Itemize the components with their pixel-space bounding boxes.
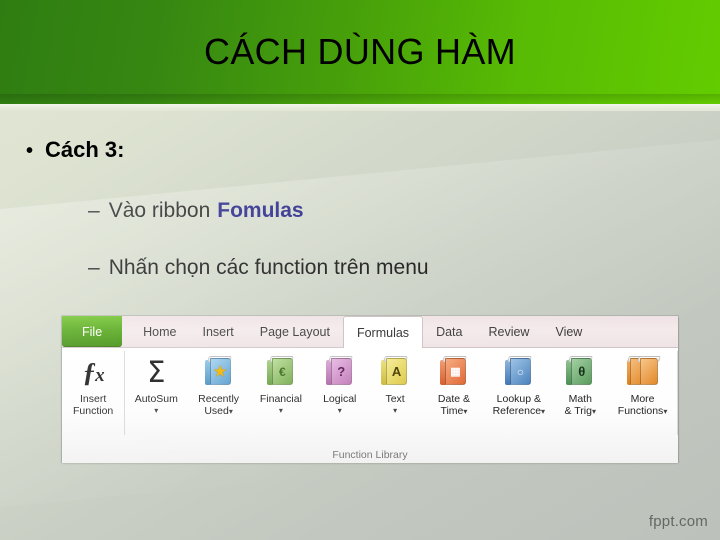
ribbon-command-autosum[interactable]: Σ AutoSum ▾ [125,348,187,440]
bullet-level1-text: Cách 3: [45,137,125,162]
ribbon-command-date-time[interactable]: ▦ Date & Time▾ [423,348,485,440]
ribbon-command-financial[interactable]: € Financial ▾ [250,348,312,440]
book-calendar-icon: ▦ [439,353,469,391]
ribbon-command-more-functions[interactable]: More Functions▾ [608,348,677,440]
ribbon-tab-data[interactable]: Data [423,316,475,347]
command-label-line2-text: Reference [492,405,542,417]
slide-canvas: CÁCH DÙNG HÀM • Cách 3: – Vào ribbon Fom… [0,0,720,540]
ribbon-tab-page-layout[interactable]: Page Layout [247,316,343,347]
keyword-formulas: Fomulas [217,199,304,222]
book-letter-a-icon: A [380,353,410,391]
bullet-level2-text: Vào ribbon [108,199,211,222]
command-label-line2: Used▾ [204,405,233,417]
chevron-down-icon[interactable]: ▾ [592,407,596,416]
chevron-down-icon[interactable]: ▾ [463,407,467,416]
function-library-group: ƒx Insert Function Σ AutoSum ▾ ★ Recentl… [62,348,679,442]
books-stack-icon [626,353,661,391]
page-title: CÁCH DÙNG HÀM [204,31,516,72]
bullet-marker-dot: • [26,140,34,162]
command-label-line1: Text [385,393,405,405]
bullet-level2-text: Nhấn chọn các function trên menu [108,256,429,279]
book-question-icon: ? [325,353,355,391]
command-label-line1: Math [568,393,592,405]
ribbon-body: ƒx Insert Function Σ AutoSum ▾ ★ Recentl… [62,348,679,463]
chevron-down-icon[interactable]: ▾ [338,406,342,416]
ribbon-tab-file[interactable]: File [62,316,123,347]
bullet-level2-nhan-chon: – Nhấn chọn các function trên menu [88,253,429,283]
command-label-line2: Function [73,405,114,417]
ribbon-tab-formulas[interactable]: Formulas [342,316,424,348]
ribbon-tab-review[interactable]: Review [475,316,542,347]
ribbon-group-label: Function Library [332,449,408,461]
chevron-down-icon[interactable]: ▾ [393,406,397,416]
command-label-line2-text: & Trig [564,405,592,417]
command-label-line1: Recently [198,393,240,405]
chevron-down-icon[interactable]: ▾ [279,406,283,416]
ribbon-tab-strip: File Home Insert Page Layout Formulas Da… [62,316,678,348]
command-label-line2-text: Functions [617,405,664,417]
ribbon-command-logical[interactable]: ? Logical ▾ [312,348,367,440]
command-label-line2: Time▾ [440,405,467,417]
command-label-line1: Lookup & [496,393,542,405]
command-label-line2-text: Used [204,405,229,417]
fx-icon: ƒx [82,356,105,387]
bullet-marker-dash: – [88,256,100,279]
ribbon-tab-view[interactable]: View [542,316,595,347]
excel-ribbon-screenshot: File Home Insert Page Layout Formulas Da… [62,316,679,463]
sigma-icon: Σ [147,354,166,389]
command-label-line2: Reference▾ [493,405,545,417]
ribbon-separator [677,351,679,435]
header-underline [0,104,720,111]
command-label-line1: Financial [259,393,302,405]
bullet-level2-vao-ribbon: – Vào ribbon Fomulas [88,196,304,226]
command-label-line2-text: Time [440,405,464,417]
command-label-line2: & Trig▾ [565,405,596,417]
chevron-down-icon[interactable]: ▾ [154,406,158,416]
command-label-line1: More [630,393,655,405]
ribbon-command-lookup-reference[interactable]: ○ Lookup & Reference▾ [485,348,552,440]
bullet-marker-dash: – [88,199,100,222]
command-label-line1: Insert [80,393,107,405]
ribbon-tab-home[interactable]: Home [130,316,189,347]
command-label-line1: Date & [437,393,470,405]
book-money-icon: € [266,353,296,391]
fppt-watermark: fppt.com [648,513,708,530]
bullet-level1-cach3: • Cách 3: [26,135,125,166]
command-label-line1: AutoSum [134,393,178,405]
book-theta-icon: θ [565,353,595,391]
chevron-down-icon[interactable]: ▾ [663,407,667,416]
chevron-down-icon[interactable]: ▾ [541,407,545,416]
command-label-line2: Functions▾ [618,405,668,417]
slide-header-band: CÁCH DÙNG HÀM [0,0,720,104]
book-star-icon: ★ [204,353,234,391]
ribbon-tab-insert[interactable]: Insert [190,316,247,347]
ribbon-command-math-trig[interactable]: θ Math & Trig▾ [553,348,608,440]
chevron-down-icon[interactable]: ▾ [229,407,233,416]
ribbon-command-text[interactable]: A Text ▾ [367,348,422,440]
ribbon-command-recently-used[interactable]: ★ Recently Used▾ [187,348,249,440]
ribbon-command-insert-function[interactable]: ƒx Insert Function [62,348,124,440]
command-label-line1: Logical [323,393,357,405]
book-magnifier-icon: ○ [504,353,534,391]
